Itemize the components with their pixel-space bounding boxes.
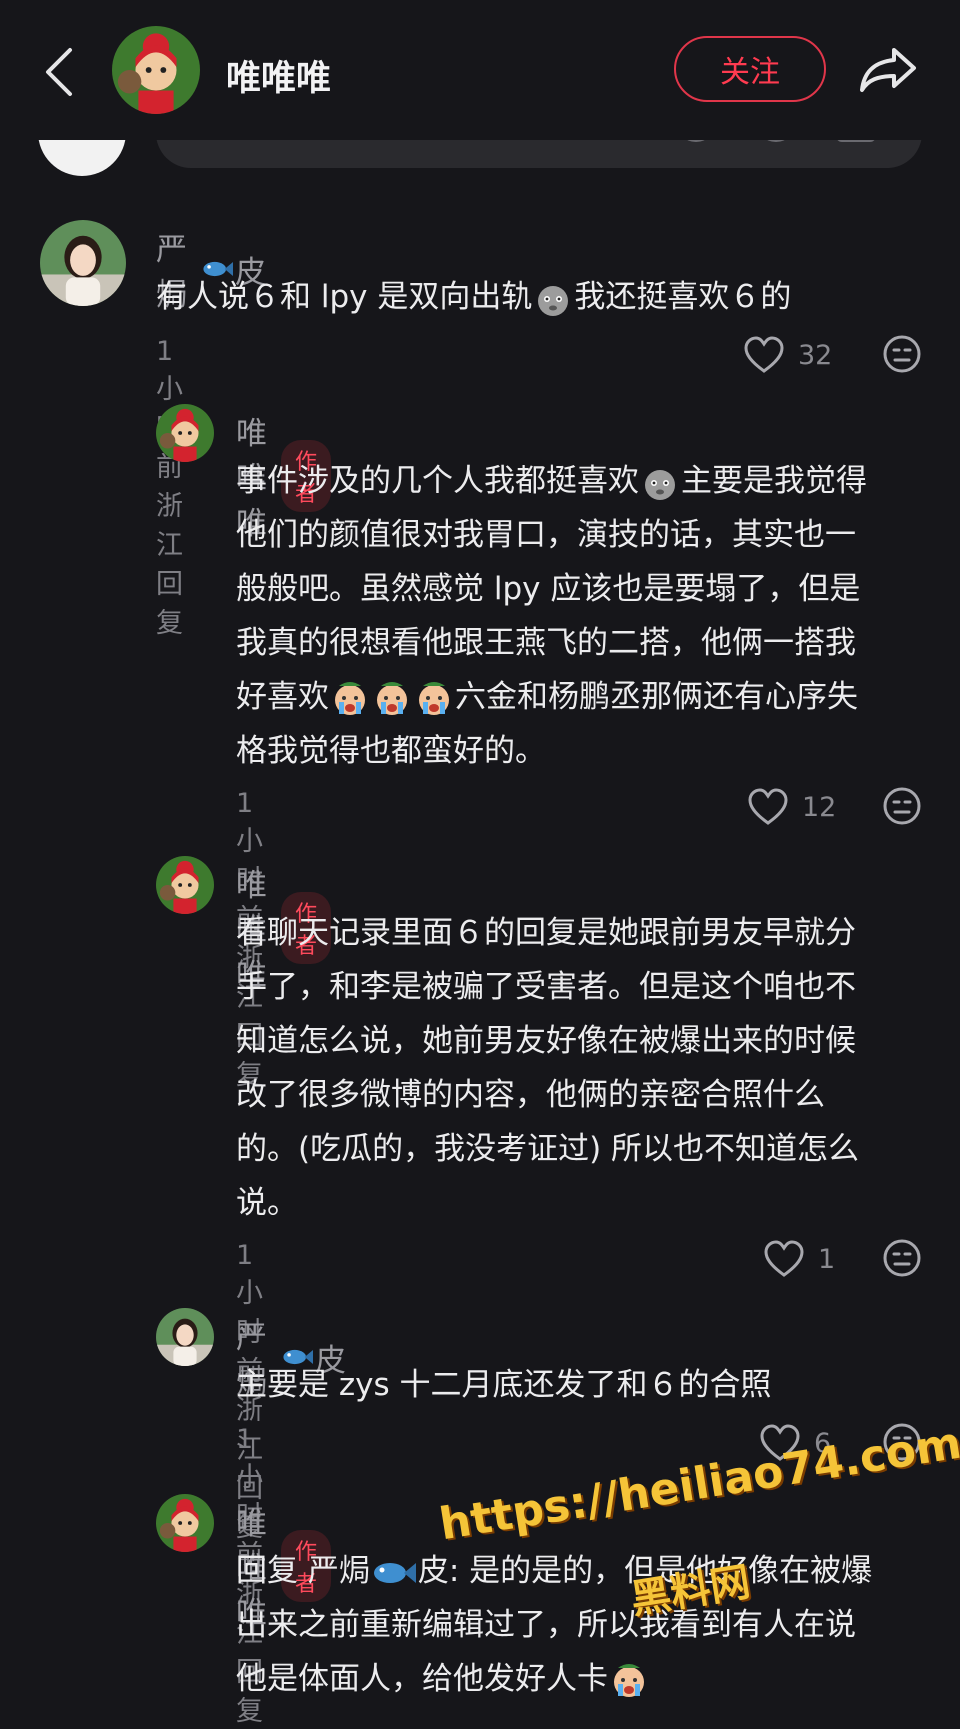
emoji-face-icon[interactable] bbox=[882, 334, 922, 374]
like-count: 1 bbox=[818, 1243, 836, 1275]
comment-line: 主要是我觉得 bbox=[681, 463, 867, 499]
comment-line: 他是体面人，给他发好人卡 bbox=[236, 1661, 608, 1697]
comment-text: 主要是 zys 十二月底还发了和６的合照 bbox=[236, 1358, 771, 1412]
comment-line: 出来之前重新编辑过了，所以我看到有人在说 bbox=[236, 1607, 856, 1643]
like-count: 12 bbox=[802, 791, 837, 823]
comment-line: 有人说６和 lpy 是双向出轨 bbox=[156, 279, 533, 315]
comment-line: 的。(吃瓜的，我没考证过) 所以也不知道怎么 bbox=[236, 1131, 860, 1167]
commenter-avatar[interactable] bbox=[156, 1308, 214, 1366]
comment-line: 主要是 zys 十二月底还发了和６的合照 bbox=[236, 1367, 772, 1403]
heart-icon bbox=[744, 336, 784, 373]
heart-icon bbox=[764, 1240, 804, 1277]
like-button[interactable]: 12 bbox=[748, 788, 836, 826]
fish-emoji-icon bbox=[373, 1562, 416, 1583]
crying-emoji-icon bbox=[419, 681, 449, 715]
heart-icon bbox=[748, 788, 788, 825]
comment-meta: 1小时前浙江回复 bbox=[156, 336, 193, 640]
top-bar: 唯唯唯 关注 bbox=[0, 0, 960, 140]
emoji-face-icon[interactable] bbox=[882, 786, 922, 826]
back-icon[interactable] bbox=[40, 44, 80, 100]
comment-line: 他们的颜值很对我胃口，演技的话，其实也一 bbox=[236, 517, 856, 553]
comment-line: 事件涉及的几个人我都挺喜欢 bbox=[236, 463, 639, 499]
crying-emoji-icon bbox=[614, 1663, 644, 1697]
crying-emoji-icon bbox=[377, 681, 407, 715]
sweat-emoji-icon bbox=[645, 469, 675, 500]
commenter-avatar[interactable] bbox=[156, 404, 214, 462]
comment-line: 我真的很想看他跟王燕飞的二搭，他俩一搭我 bbox=[236, 625, 856, 661]
like-button[interactable]: 1 bbox=[764, 1240, 835, 1278]
comment-location: 浙江 bbox=[156, 491, 183, 561]
commenter-avatar[interactable] bbox=[156, 856, 214, 914]
comment-line: 我还挺喜欢６的 bbox=[574, 279, 792, 315]
crying-emoji-icon bbox=[335, 681, 365, 715]
comment-line: 说。 bbox=[236, 1185, 298, 1221]
comment-line: 般般吧。虽然感觉 lpy 应该也是要塌了，但是 bbox=[236, 571, 861, 607]
commenter-avatar[interactable] bbox=[40, 220, 126, 306]
comment-line: 格我觉得也都蛮好的。 bbox=[236, 733, 546, 769]
comment-line: 知道怎么说，她前男友好像在被爆出来的时候 bbox=[236, 1023, 856, 1059]
comment-line: 改了很多微博的内容，他俩的亲密合照什么 bbox=[236, 1077, 825, 1113]
comment-text: 有人说６和 lpy 是双向出轨 我还挺喜欢６的 bbox=[156, 270, 791, 324]
comment-text: 事件涉及的几个人我都挺喜欢 主要是我觉得 他们的颜值很对我胃口，演技的话，其实也一… bbox=[236, 454, 867, 778]
author-name[interactable]: 唯唯唯 bbox=[226, 50, 331, 101]
sweat-emoji-icon bbox=[538, 285, 569, 316]
comment-line: 六金和杨鹏丞那俩还有心序失 bbox=[455, 679, 858, 715]
comment-line: 好喜欢 bbox=[236, 679, 329, 715]
comment-text: 看聊天记录里面６的回复是她跟前男友早就分 手了，和李是被骗了受害者。但是这个咱也… bbox=[236, 906, 859, 1230]
follow-button[interactable]: 关注 bbox=[674, 36, 826, 102]
share-icon[interactable] bbox=[858, 44, 918, 96]
comment-line: 回复 严焗 bbox=[236, 1553, 370, 1589]
watermark-url: https://heiliao74.com bbox=[436, 1417, 960, 1551]
emoji-face-icon[interactable] bbox=[882, 1238, 922, 1278]
author-avatar[interactable] bbox=[112, 26, 200, 114]
comment-text: 回复 严焗 皮: 是的是的，但是他好像在被爆 出来之前重新编辑过了，所以我看到有人… bbox=[236, 1544, 872, 1706]
commenter-avatar[interactable] bbox=[156, 1494, 214, 1552]
like-button[interactable]: 32 bbox=[744, 336, 832, 374]
like-count: 32 bbox=[798, 339, 833, 371]
comment-line: 手了，和李是被骗了受害者。但是这个咱也不 bbox=[236, 969, 856, 1005]
reply-button[interactable]: 回复 bbox=[156, 569, 183, 639]
comment-line: 看聊天记录里面６的回复是她跟前男友早就分 bbox=[236, 915, 856, 951]
